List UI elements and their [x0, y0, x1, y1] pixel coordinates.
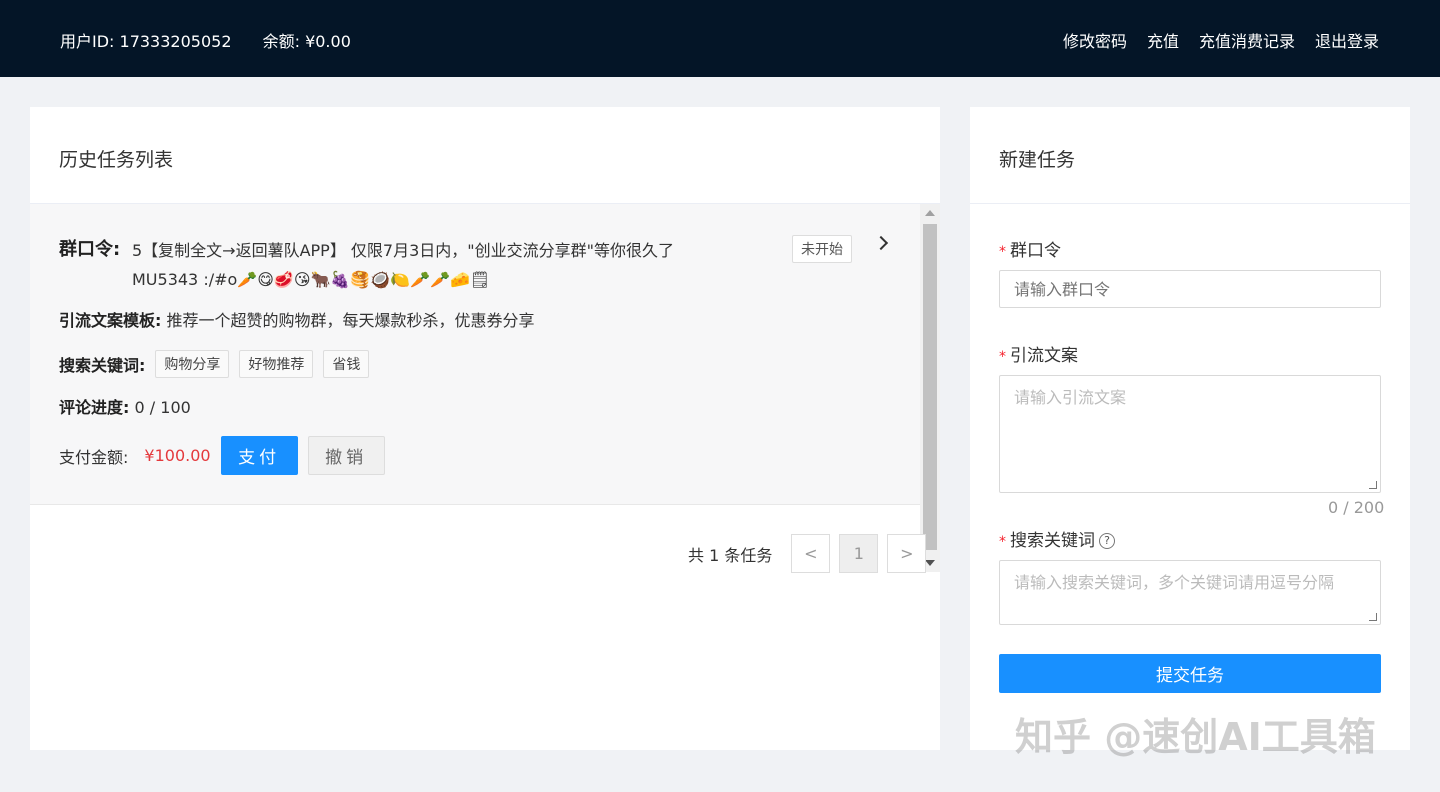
task-keywords-label: 搜索关键词:	[59, 356, 146, 375]
nav-change-password[interactable]: 修改密码	[1063, 28, 1127, 52]
keyword-tag: 省钱	[323, 350, 370, 378]
resize-grip-icon[interactable]	[1369, 481, 1377, 489]
submit-task-button[interactable]: 提交任务	[999, 654, 1381, 693]
header-nav: 修改密码 充值 充值消费记录 退出登录	[1063, 28, 1379, 52]
nav-recharge-records[interactable]: 充值消费记录	[1199, 28, 1295, 52]
task-progress-label: 评论进度:	[59, 398, 130, 417]
required-mark: *	[999, 244, 1006, 260]
pay-button[interactable]: 支付	[220, 436, 298, 475]
pay-amount-label: 支付金额:	[59, 447, 129, 467]
balance: 余额: ¥0.00	[262, 32, 351, 51]
task-code-line-2: MU5343 :/#o🥕😋🥩😘🐂🍇🥞🥥🍋🥕🥕🧀🗒	[132, 270, 491, 289]
keyword-tag: 购物分享	[155, 350, 230, 378]
task-progress-row: 评论进度: 0 / 100	[59, 394, 191, 418]
scroll-up-arrow-icon[interactable]	[925, 210, 935, 216]
copy-char-counter: 0 / 200	[1328, 498, 1385, 517]
copy-field-label: * 引流文案	[999, 346, 1078, 366]
copy-textarea[interactable]: 请输入引流文案	[999, 375, 1381, 493]
task-template-row: 引流文案模板: 推荐一个超赞的购物群，每天爆款秒杀，优惠券分享	[59, 307, 535, 331]
task-code-text: 5【复制全文→返回薯队APP】 仅限7月3日内，"创业交流分享群"等你很久了 M…	[132, 236, 732, 294]
task-code-row: 群口令: 5【复制全文→返回薯队APP】 仅限7月3日内，"创业交流分享群"等你…	[59, 235, 674, 289]
task-template-label: 引流文案模板:	[59, 311, 162, 330]
new-task-panel: 新建任务 *群口令 *引流文案 请输入引流文案 0 / 200 *搜索关键词? …	[970, 107, 1410, 750]
task-list-scrollbar[interactable]	[920, 204, 940, 572]
user-id: 用户ID: 17333205052	[60, 32, 232, 51]
nav-recharge[interactable]: 充值	[1147, 28, 1179, 52]
task-keywords-row: 搜索关键词: 购物分享 好物推荐 省钱	[59, 350, 370, 378]
task-code-label: 群口令:	[59, 239, 121, 260]
keyword-tag: 好物推荐	[239, 350, 314, 378]
task-payment-row: 支付金额: ¥100.00 支付 撤销	[59, 436, 385, 475]
history-panel: 历史任务列表 群口令: 5【复制全文→返回薯队APP】 仅限7月3日内，"创业交…	[30, 107, 940, 750]
task-code-line-1: 5【复制全文→返回薯队APP】 仅限7月3日内，"创业交流分享群"等你很久了	[132, 241, 674, 260]
scroll-down-arrow-icon[interactable]	[925, 560, 935, 566]
required-mark: *	[999, 349, 1006, 365]
prev-page-button[interactable]: <	[791, 534, 831, 573]
keywords-textarea[interactable]: 请输入搜索关键词，多个关键词请用逗号分隔	[999, 560, 1381, 625]
resize-grip-icon[interactable]	[1369, 613, 1377, 621]
history-title: 历史任务列表	[30, 107, 940, 204]
task-item: 群口令: 5【复制全文→返回薯队APP】 仅限7月3日内，"创业交流分享群"等你…	[30, 204, 920, 505]
next-page-button[interactable]: >	[887, 534, 927, 573]
pagination-total: 共 1 条任务	[688, 545, 773, 565]
scrollbar-thumb[interactable]	[923, 224, 937, 550]
task-progress-value: 0 / 100	[134, 398, 191, 417]
top-header: 用户ID: 17333205052 余额: ¥0.00 修改密码 充值 充值消费…	[0, 0, 1440, 77]
page-1-button[interactable]: 1	[839, 534, 879, 573]
new-task-title: 新建任务	[970, 107, 1410, 204]
watermark: 知乎 @速创AI工具箱	[1015, 715, 1376, 759]
help-question-icon[interactable]: ?	[1099, 533, 1115, 549]
pagination: 共 1 条任务 < 1 >	[688, 534, 927, 573]
code-field-label: * 群口令	[999, 241, 1061, 261]
pay-amount: ¥100.00	[144, 446, 211, 465]
status-badge: 未开始	[792, 235, 852, 263]
chevron-right-icon[interactable]	[873, 235, 889, 251]
account-info: 用户ID: 17333205052 余额: ¥0.00	[60, 28, 377, 52]
nav-logout[interactable]: 退出登录	[1315, 28, 1379, 52]
keywords-field-label: * 搜索关键词?	[999, 526, 1115, 551]
code-input[interactable]	[999, 270, 1381, 308]
required-mark: *	[999, 534, 1006, 550]
cancel-button[interactable]: 撤销	[307, 436, 385, 475]
task-template-text: 推荐一个超赞的购物群，每天爆款秒杀，优惠券分享	[166, 311, 535, 330]
